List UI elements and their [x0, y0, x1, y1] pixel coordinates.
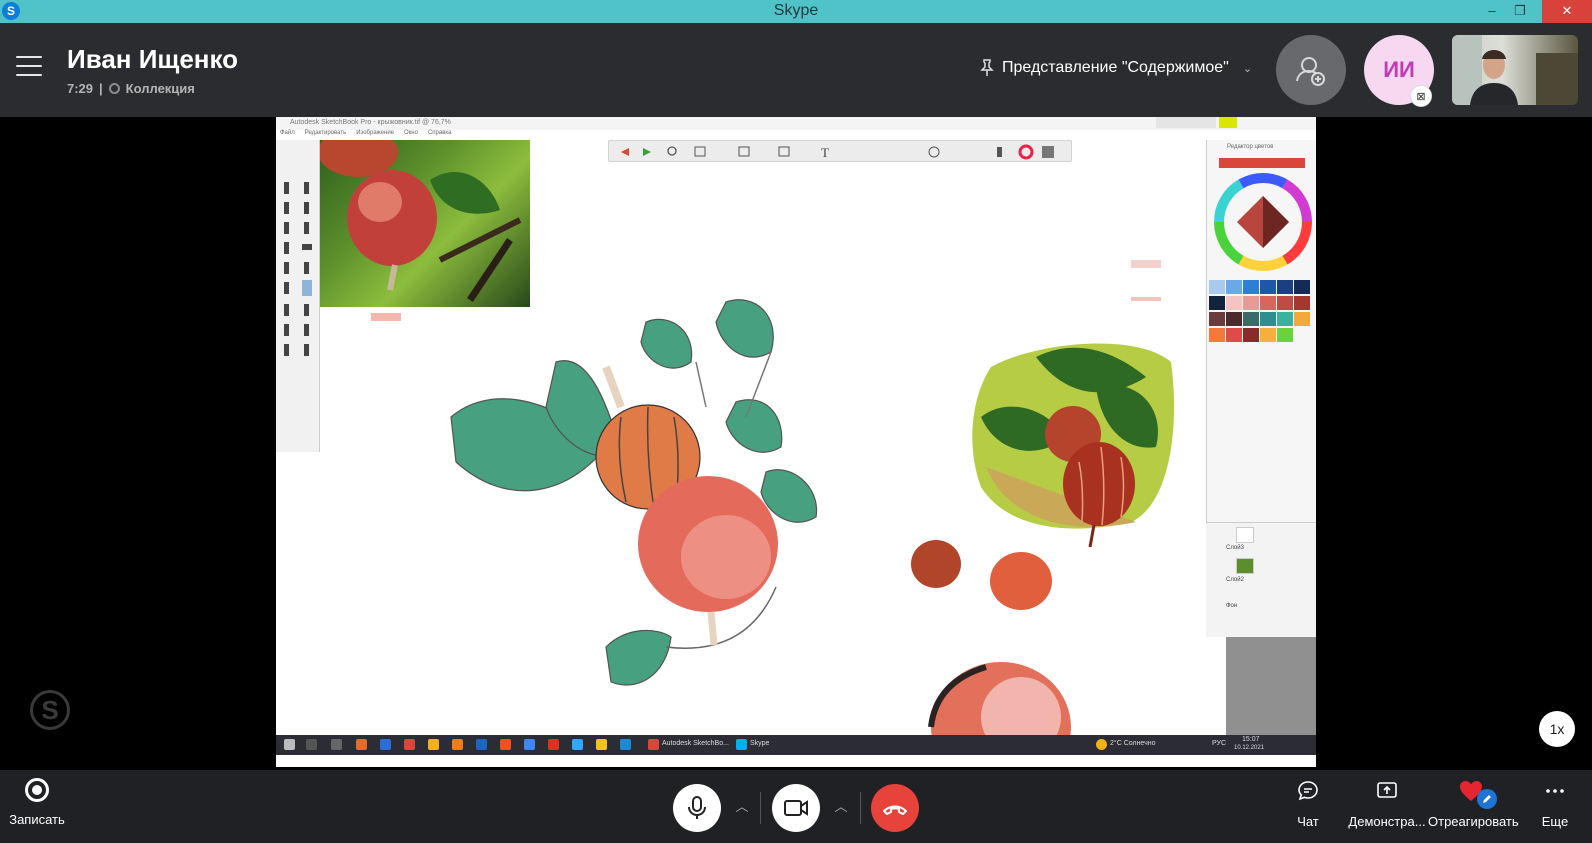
brush-icons [284, 182, 312, 356]
svg-text:T: T [821, 145, 829, 160]
sketchbook-toolbar[interactable]: T [608, 140, 1072, 162]
color-wheel[interactable] [1213, 172, 1313, 272]
restore-button[interactable]: ❐ [1506, 0, 1534, 23]
react-button[interactable]: Отреагировать [1428, 778, 1519, 829]
app-icon-1[interactable] [356, 739, 367, 750]
skype-taskbar-label[interactable]: Skype [750, 740, 769, 747]
layer-name-3[interactable]: Слой3 [1226, 545, 1244, 551]
more-button[interactable]: Еще [1537, 778, 1573, 829]
task-view-icon[interactable] [331, 739, 342, 750]
record-button[interactable]: Записать [6, 778, 68, 838]
collection-icon [108, 83, 120, 94]
react-label: Отреагировать [1428, 814, 1519, 829]
view-mode-dropdown[interactable]: Представление "Содержимое" ⌄ [980, 59, 1252, 77]
chrome-icon[interactable] [524, 739, 535, 750]
window-title: Skype [773, 2, 819, 19]
skype-call-window: S Skype – ❐ ✕ Иван Ищенко 7:29 | Коллекц… [0, 0, 1592, 843]
divider [860, 792, 861, 824]
toolbar-icons: T [621, 144, 1054, 160]
self-video-figure [1452, 35, 1578, 105]
opera-icon[interactable] [548, 739, 559, 750]
skype-watermark-icon: S [30, 690, 70, 730]
camera-options-chevron-icon[interactable]: ︿ [828, 796, 854, 820]
search-icon[interactable] [306, 739, 317, 750]
sketchbook-empty-panel [1226, 637, 1316, 737]
title-bar: S Skype – ❐ ✕ [0, 0, 1592, 23]
color-editor-title: Редактор цветов [1227, 144, 1274, 150]
more-icon [1546, 789, 1564, 793]
view-mode-label: Представление "Содержимое" [1002, 59, 1229, 76]
call-duration: 7:29 [67, 81, 94, 96]
app-icon-3[interactable] [404, 739, 415, 750]
taskbar-time[interactable]: 15:07 [1242, 736, 1260, 743]
record-label: Записать [9, 812, 65, 827]
layer-name-2[interactable]: Слой2 [1226, 577, 1244, 583]
layer-name-background[interactable]: Фон [1226, 603, 1237, 609]
chat-icon [1298, 781, 1318, 801]
skype-taskbar-icon[interactable] [736, 739, 747, 750]
close-button[interactable]: ✕ [1542, 0, 1592, 23]
hang-up-icon [883, 805, 907, 815]
screen-share-badge-icon: ⊠ [1410, 85, 1432, 107]
add-participant-icon [1296, 57, 1325, 86]
app-icon-2[interactable] [380, 739, 391, 750]
microphone-button[interactable] [673, 784, 721, 832]
app-icon-4[interactable] [428, 739, 439, 750]
camera-button[interactable] [772, 784, 820, 832]
share-screen-icon [1377, 782, 1397, 798]
chevron-down-icon: ⌄ [1242, 62, 1253, 75]
shared-screen[interactable]: Autodesk SketchBook Pro - крыжовник.tif … [276, 117, 1316, 767]
add-participant-button[interactable] [1276, 35, 1346, 105]
explorer-icon[interactable] [596, 739, 607, 750]
sketchbook-taskbar-icon[interactable] [648, 739, 659, 750]
caller-name: Иван Ищенко [67, 44, 239, 74]
meta-separator: | [99, 81, 103, 96]
call-meta: 7:29 | Коллекция [67, 81, 195, 96]
weather-label[interactable]: 2°C Солнечно [1110, 740, 1156, 747]
layer-thumbnail-2 [1236, 558, 1254, 574]
weather-icon [1096, 739, 1107, 750]
color-swatches[interactable] [1207, 278, 1316, 350]
language-indicator[interactable]: РУС [1212, 740, 1226, 747]
layer-thumbnail-3 [1236, 527, 1254, 543]
sketchbook-taskbar-label[interactable]: Autodesk SketchBo... [662, 740, 729, 747]
taskbar-date[interactable]: 10.12.2021 [1234, 745, 1264, 751]
current-color-swatch [1219, 158, 1305, 168]
photoshop-icon[interactable] [572, 739, 583, 750]
mic-options-chevron-icon[interactable]: ︿ [729, 796, 755, 820]
windows-start-icon[interactable] [284, 739, 295, 750]
camera-icon [784, 800, 808, 816]
self-video-preview[interactable] [1452, 35, 1578, 105]
menu-icon[interactable] [16, 56, 42, 76]
minimize-button[interactable]: – [1478, 0, 1506, 23]
chat-label: Чат [1297, 814, 1319, 829]
app-icon-5[interactable] [452, 739, 463, 750]
more-label: Еще [1541, 814, 1569, 829]
call-header: Иван Ищенко 7:29 | Коллекция Представлен… [0, 23, 1592, 117]
reference-photo-art [318, 127, 522, 302]
chat-button[interactable]: Чат [1288, 778, 1328, 829]
layers-panel[interactable]: Слой3 Слой2 Фон [1206, 522, 1316, 637]
zoom-level-button[interactable]: 1x [1539, 711, 1575, 747]
app-icon-7[interactable] [620, 739, 631, 750]
reference-photo[interactable] [318, 127, 530, 307]
brush-palette[interactable] [276, 140, 320, 452]
app-icon-6[interactable] [476, 739, 487, 750]
windows-taskbar: Autodesk SketchBo... Skype 2°C Солнечно … [276, 735, 1316, 755]
microphone-icon [688, 796, 706, 819]
share-screen-button[interactable]: Демонстра... [1342, 778, 1432, 829]
edit-badge-icon [1477, 789, 1497, 809]
brave-icon[interactable] [500, 739, 511, 750]
share-screen-label: Демонстра... [1348, 814, 1426, 829]
pin-icon [980, 59, 994, 76]
divider [760, 792, 761, 824]
record-icon [25, 778, 49, 802]
collection-link[interactable]: Коллекция [126, 81, 195, 96]
call-controls-bar: Записать ︿ ︿ Чат Демонстра... Отреагиров… [0, 770, 1592, 843]
hang-up-button[interactable] [871, 784, 919, 832]
